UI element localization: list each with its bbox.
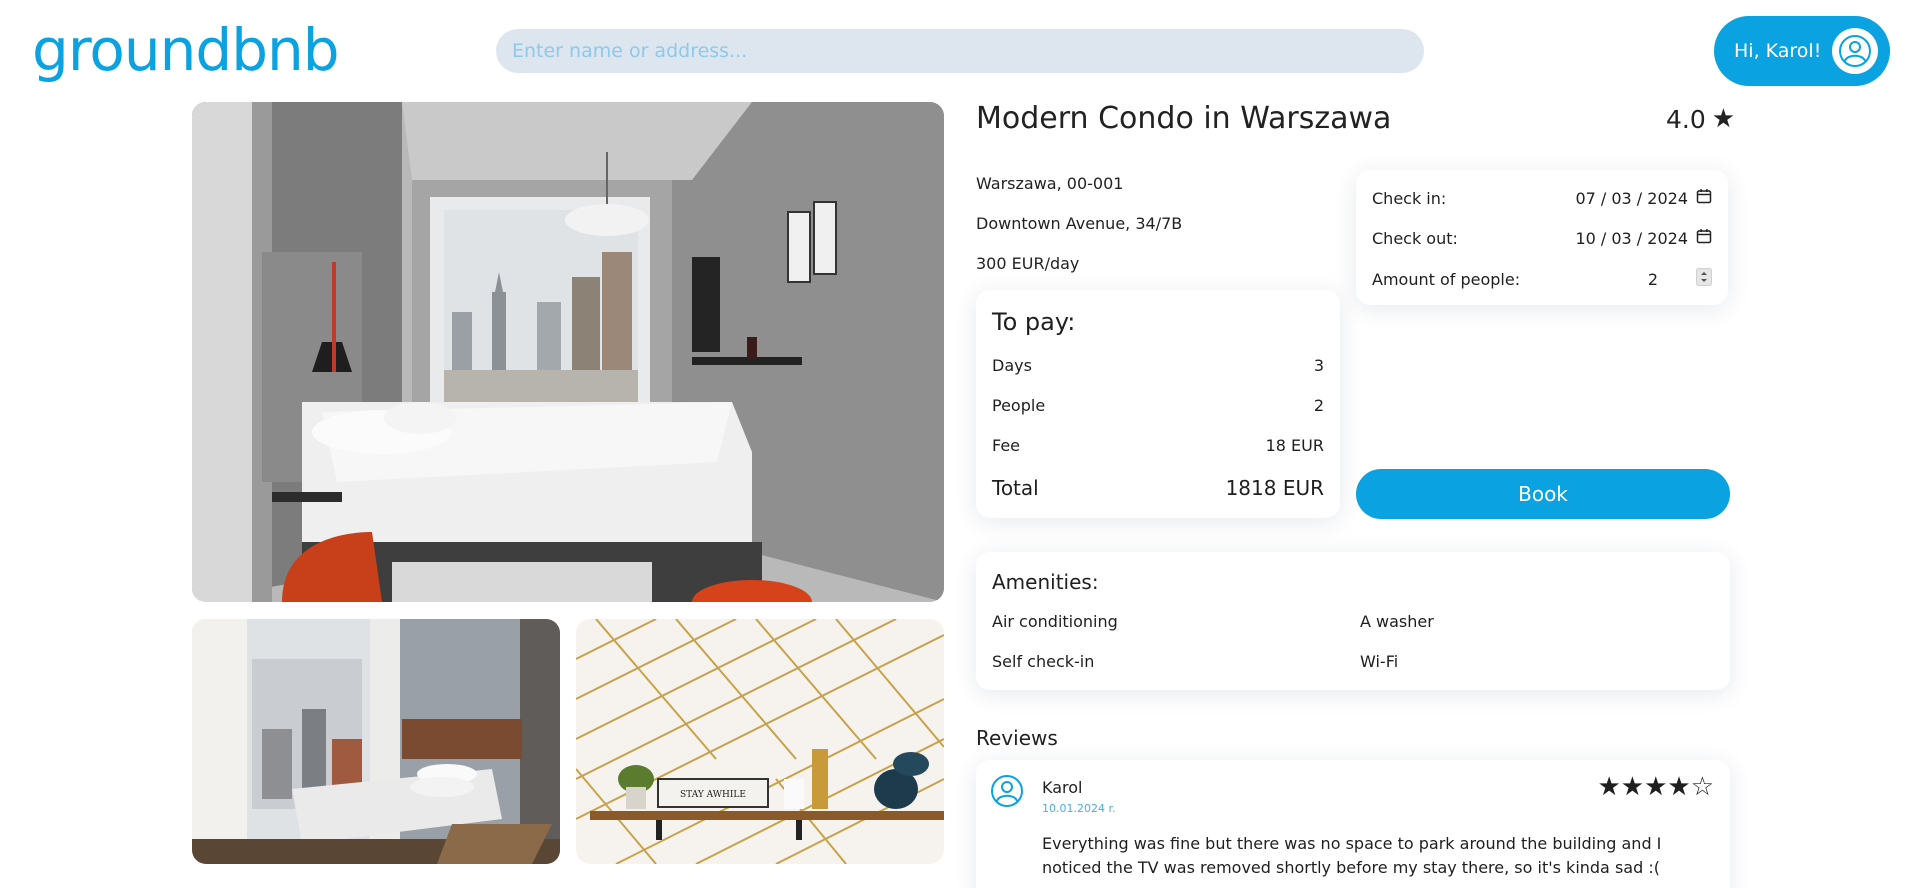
search-input[interactable] (496, 29, 1424, 73)
review-text: Everything was fine but there was no spa… (1042, 834, 1662, 877)
payment-row-label: People (992, 396, 1046, 415)
listing-price: 300 EUR/day (976, 254, 1080, 273)
rating-value: 4.0 (1666, 104, 1706, 134)
check-in-input[interactable]: 07 / 03 / 2024 (1575, 188, 1712, 208)
user-menu-button[interactable]: Hi, Karol! (1714, 16, 1890, 86)
amenity-item: Air conditioning (992, 612, 1118, 631)
review-stars: ★★★★☆ (1597, 772, 1714, 802)
people-value: 2 (1647, 269, 1658, 289)
listing-photo-bedroom[interactable] (192, 619, 560, 864)
payment-row: People 2 (992, 396, 1324, 415)
payment-row: Days 3 (992, 356, 1324, 375)
listing-photo-decor[interactable]: STAY AWHILE (576, 619, 944, 864)
booking-dates-card: Check in: 07 / 03 / 2024 Check out: 10 /… (1356, 170, 1728, 305)
listing-rating: 4.0 ★ (1666, 104, 1735, 134)
calendar-icon[interactable] (1696, 228, 1712, 248)
amenities-card: Amenities: Air conditioning A washer Sel… (976, 552, 1730, 690)
check-out-input[interactable]: 10 / 03 / 2024 (1575, 228, 1712, 248)
greeting-text: Hi, Karol! (1734, 40, 1822, 62)
payment-row-value: 3 (1313, 356, 1324, 375)
total-value: 1818 EUR (1225, 476, 1324, 500)
payment-heading: To pay: (992, 308, 1076, 336)
amenity-item: Self check-in (992, 652, 1095, 671)
payment-row-value: 2 (1313, 396, 1324, 415)
listing-city: Warszawa, 00-001 (976, 174, 1124, 193)
stepper-arrows-icon[interactable] (1696, 268, 1712, 290)
check-in-label: Check in: (1372, 188, 1447, 208)
check-out-value: 10 / 03 / 2024 (1575, 228, 1688, 248)
listing-street: Downtown Avenue, 34/7B (976, 214, 1183, 233)
payment-summary-card: To pay: Days 3 People 2 Fee 18 EUR Total… (976, 290, 1340, 518)
reviews-heading: Reviews (976, 726, 1058, 750)
user-icon (1832, 28, 1878, 74)
listing-title: Modern Condo in Warszawa (976, 101, 1392, 136)
check-in-value: 07 / 03 / 2024 (1575, 188, 1688, 208)
payment-row-label: Fee (992, 436, 1021, 455)
payment-row: Fee 18 EUR (992, 436, 1324, 455)
reviewer-name: Karol (1042, 778, 1083, 797)
logo[interactable]: groundbnb (32, 16, 340, 84)
star-icon: ★ (1711, 104, 1736, 134)
review-date: 10.01.2024 r. (1042, 802, 1116, 815)
amenity-item: A washer (1360, 612, 1434, 631)
total-label: Total (992, 476, 1039, 500)
amenity-item: Wi-Fi (1360, 652, 1399, 671)
main-listing-photo[interactable] (192, 102, 944, 602)
sign-text: STAY AWHILE (680, 790, 746, 800)
book-button[interactable]: Book (1356, 469, 1730, 519)
payment-row-label: Days (992, 356, 1032, 375)
payment-total-row: Total 1818 EUR (992, 476, 1324, 500)
calendar-icon[interactable] (1696, 188, 1712, 208)
people-stepper[interactable]: 2 (1648, 268, 1712, 290)
people-label: Amount of people: (1372, 269, 1521, 289)
check-out-label: Check out: (1372, 228, 1458, 248)
review-card: Karol 10.01.2024 r. ★★★★☆ Everything was… (976, 760, 1730, 888)
amenities-heading: Amenities: (992, 570, 1099, 594)
reviewer-avatar-icon (990, 774, 1024, 812)
payment-row-value: 18 EUR (1265, 436, 1324, 455)
